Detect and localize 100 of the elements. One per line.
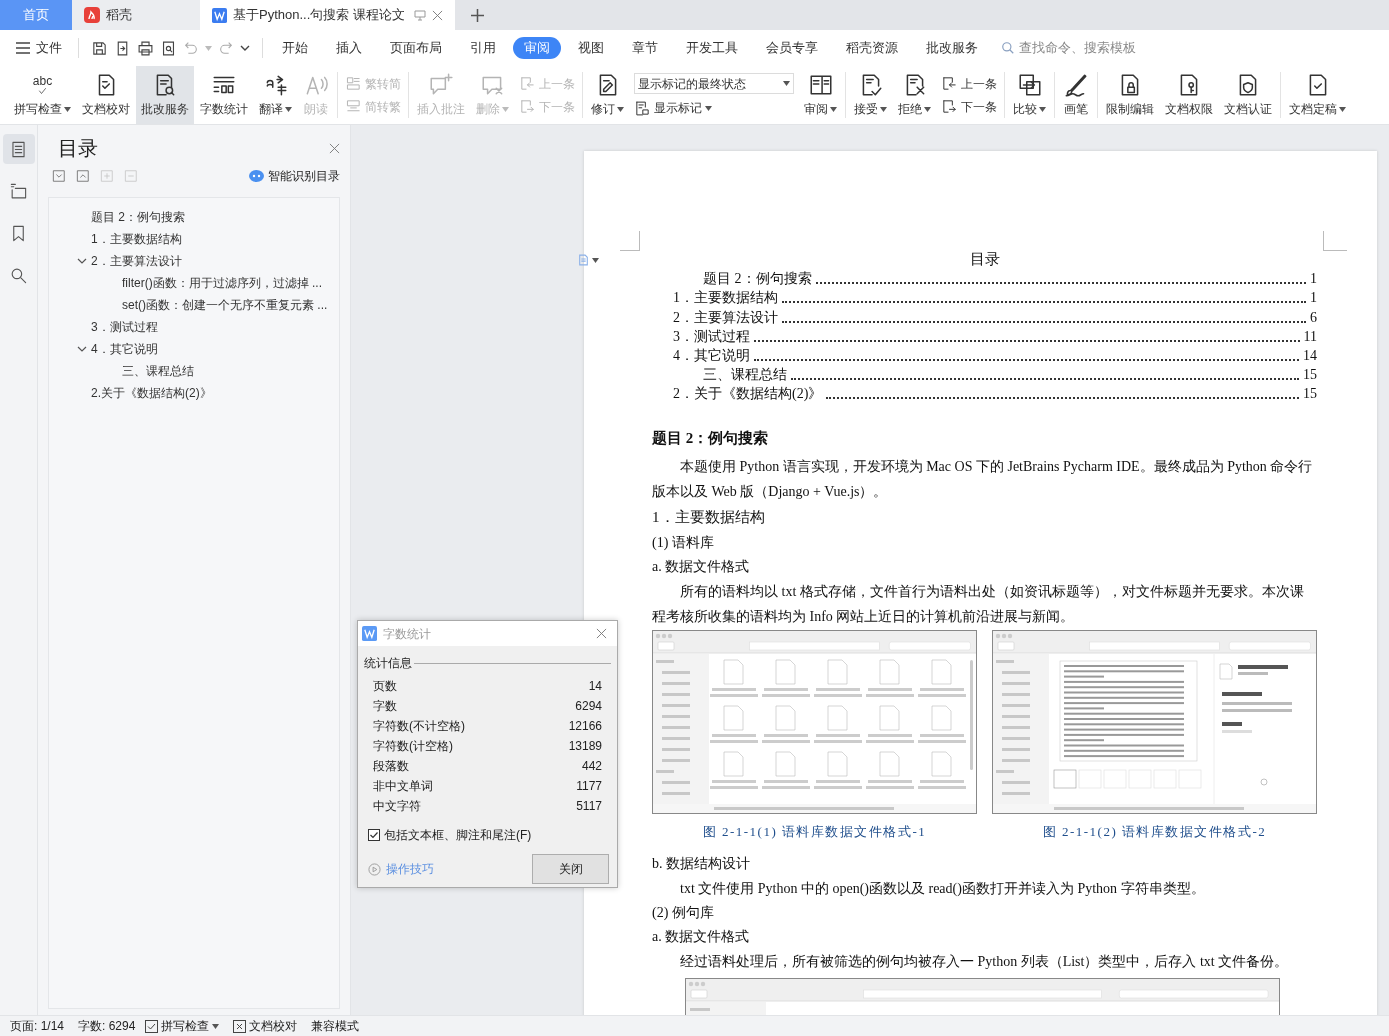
ribbon-tab[interactable]: 插入 (325, 37, 373, 59)
ribbon-tab[interactable]: 开发工具 (675, 37, 749, 59)
toc-entry[interactable]: 2．主要算法设计 (673, 308, 778, 327)
ribbon-tab[interactable]: 页面布局 (379, 37, 453, 59)
paragraph: 经过语料处理后，所有被筛选的例句均被存入一 Python 列表（List）类型中，后存入 txt 文件备份。 (679, 953, 1290, 972)
ribbon-button[interactable]: 审阅 (799, 66, 842, 124)
chevron-down-icon[interactable] (240, 43, 250, 53)
text-line: a. 数据文件格式 (652, 928, 750, 947)
checkbox[interactable]: 包括文本框、脚注和尾注(F) (358, 826, 617, 844)
ribbon-button[interactable]: 显示标记 (634, 99, 794, 117)
collapse-icon (52, 169, 66, 183)
ribbon-button[interactable]: 批改服务 (136, 66, 194, 124)
toc-entry[interactable]: 2．关于《数据结构(2)》 (673, 385, 823, 404)
section-title: 题目 2：例句搜索 (652, 429, 769, 449)
ribbon-button[interactable]: 画笔 (1058, 66, 1094, 124)
ribbon-tab[interactable]: 审阅 (513, 37, 561, 59)
crop-mark (1323, 231, 1347, 251)
x-box-icon (233, 1019, 247, 1033)
toc-entry[interactable]: 4．其它说明 (673, 346, 750, 365)
outline-item[interactable]: 三、课程总结 (49, 360, 339, 382)
ribbon-tab[interactable]: 章节 (621, 37, 669, 59)
close-icon[interactable] (329, 142, 340, 154)
play-icon (368, 862, 381, 876)
tool-button[interactable] (52, 169, 66, 183)
outline-item[interactable]: 3．测试过程 (49, 316, 339, 338)
close-icon[interactable] (432, 9, 443, 21)
ribbon-button[interactable]: 下一条 (941, 97, 997, 116)
outline-item[interactable]: 2.关于《数据结构(2)》 (49, 382, 339, 404)
arrow-right-page-icon (519, 98, 536, 115)
smart-toc-button[interactable]: 智能识别目录 (249, 167, 340, 185)
paragraph: txt 文件使用 Python 中的 open()函数以及 read()函数打开并读入为 Python 字符串类型。 (679, 880, 1206, 899)
ribbon-button[interactable]: 上一条 (941, 74, 997, 93)
caret-icon (205, 45, 212, 51)
toc-entry[interactable]: 题目 2：例句搜索 (703, 270, 812, 289)
ribbon-tab[interactable]: 引用 (459, 37, 507, 59)
search-field[interactable]: 查找命令、搜索模板 (1001, 38, 1149, 58)
dropdown-field[interactable]: 显示标记的最终状态 (634, 73, 794, 94)
tool-button[interactable] (76, 169, 90, 183)
save-icon[interactable] (91, 39, 108, 57)
status-text: 字数: 6294 (78, 1018, 136, 1035)
stat-value: 5117 (576, 798, 602, 815)
ribbon-button[interactable]: 修订 (586, 66, 629, 124)
outline-item[interactable]: 题目 2：例句搜索 (49, 206, 339, 228)
stat-label: 字符数(不计空格) (373, 718, 465, 735)
chevron-down-icon[interactable] (77, 344, 87, 354)
section-heading: 1．主要数据结构 (652, 508, 765, 528)
tab-label: 稻壳 (106, 6, 132, 25)
print-icon[interactable] (137, 39, 154, 57)
ribbon-button[interactable]: 翻译 (254, 66, 297, 124)
caret-icon (1039, 106, 1046, 112)
ribbon-button[interactable]: 字数统计 (195, 66, 253, 124)
toc-entry[interactable]: 三、课程总结 (703, 366, 787, 385)
ribbon-button[interactable]: 文档权限 (1160, 66, 1218, 124)
outline-item[interactable]: 1．主要数据结构 (49, 228, 339, 250)
caret-icon (783, 81, 790, 86)
status-button[interactable]: 文档校对 (233, 1017, 298, 1035)
ribbon-tab[interactable]: 会员专享 (755, 37, 829, 59)
ribbon-button[interactable]: 接受 (849, 66, 892, 124)
arrow-left-page-icon (941, 75, 958, 92)
status-button[interactable]: 拼写检查 (145, 1017, 220, 1035)
outline-item[interactable]: filter()函数：用于过滤序列，过滤掉 ... (49, 272, 339, 294)
ribbon-button[interactable]: 文档认证 (1219, 66, 1277, 124)
sidebar-tab[interactable] (2, 134, 35, 164)
tab[interactable]: 稻壳 (72, 0, 200, 30)
ribbon-tab[interactable]: 开始 (271, 37, 319, 59)
ribbon-tab[interactable]: 稻壳资源 (835, 37, 909, 59)
close-button[interactable]: 关闭 (532, 854, 609, 884)
ribbon-button[interactable]: 文档校对 (77, 66, 135, 124)
caret-icon (592, 257, 599, 263)
add-tab-icon[interactable] (471, 8, 484, 22)
ribbon-button[interactable]: 拒绝 (893, 66, 936, 124)
outline-item[interactable]: 4．其它说明 (49, 338, 339, 360)
outline-item[interactable]: set()函数：创建一个无序不重复元素 ... (49, 294, 339, 316)
text-line: b. 数据结构设计 (652, 855, 750, 874)
chevron-down-icon[interactable] (77, 256, 87, 266)
caret-icon (502, 106, 509, 112)
status-text: 兼容模式 (311, 1018, 360, 1035)
ribbon-button[interactable]: 限制编辑 (1101, 66, 1159, 124)
close-icon[interactable] (596, 628, 607, 639)
page-number: 15 (1303, 366, 1317, 385)
toc-entry[interactable]: 3．测试过程 (673, 327, 750, 346)
monitor-icon (414, 9, 426, 21)
ribbon-button[interactable]: 比较 (1008, 66, 1051, 124)
stat-value: 13189 (568, 738, 602, 755)
tab[interactable]: 基于Python...句搜索 课程论文 (200, 0, 455, 30)
toc-entry[interactable]: 1．主要数据结构 (673, 289, 778, 308)
status-text: 页面: 1/14 (10, 1018, 65, 1035)
file-menu[interactable]: 文件 (0, 38, 78, 58)
figure-caption: 图 2-1-1(1) 语料库数据文件格式-1 (702, 824, 927, 841)
flame-logo-icon (84, 7, 100, 23)
ribbon-button[interactable]: 文档定稿 (1284, 66, 1351, 124)
w-logo-icon (362, 626, 377, 641)
print-preview-icon[interactable] (160, 39, 177, 57)
arrow-right-page-icon (941, 98, 958, 115)
figure-caption: 图 2-1-1(2) 语料库数据文件格式-2 (1042, 824, 1267, 841)
ribbon-button[interactable]: abc 拼写检查 (9, 66, 76, 124)
ribbon-tab[interactable]: 批改服务 (915, 37, 989, 59)
outline-item[interactable]: 2．主要算法设计 (49, 250, 339, 272)
expand-icon (76, 169, 90, 183)
ribbon-tab[interactable]: 视图 (567, 37, 615, 59)
